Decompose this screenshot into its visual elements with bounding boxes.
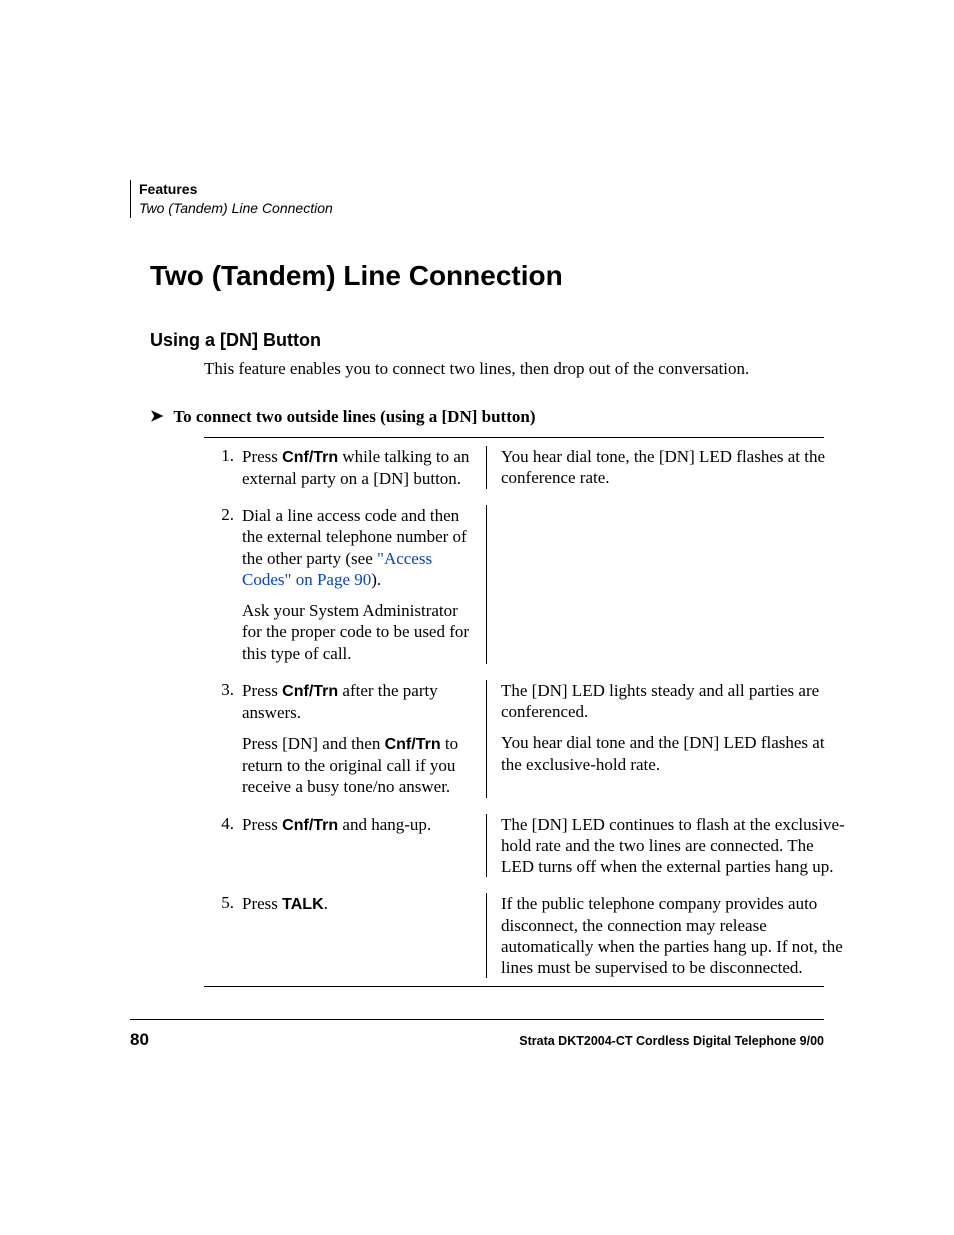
section-heading: Using a [DN] Button <box>150 330 824 351</box>
step-action: Dial a line access code and then the ext… <box>242 505 486 664</box>
step-number: 4. <box>204 814 242 834</box>
footer-text: Strata DKT2004-CT Cordless Digital Telep… <box>519 1034 824 1048</box>
running-head: Features Two (Tandem) Line Connection <box>130 180 824 218</box>
step-action: Press Cnf/Trn while talking to an extern… <box>242 446 486 489</box>
step-result: If the public telephone company provides… <box>487 893 845 978</box>
column-divider <box>486 505 487 664</box>
intro-paragraph: This feature enables you to connect two … <box>204 359 824 379</box>
running-head-title: Features <box>139 180 824 199</box>
table-row: 2. Dial a line access code and then the … <box>204 497 824 672</box>
arrow-icon: ➤ <box>150 409 163 425</box>
step-result: The [DN] LED continues to flash at the e… <box>487 814 845 878</box>
page-number: 80 <box>130 1030 149 1050</box>
steps-table: 1. Press Cnf/Trn while talking to an ext… <box>204 437 824 988</box>
table-row: 5. Press TALK. If the public telephone c… <box>204 885 824 986</box>
step-result: You hear dial tone, the [DN] LED flashes… <box>487 446 845 489</box>
step-number: 3. <box>204 680 242 700</box>
table-row: 3. Press Cnf/Trn after the party answers… <box>204 672 824 806</box>
page-title: Two (Tandem) Line Connection <box>150 260 824 292</box>
procedure-title: ➤ To connect two outside lines (using a … <box>150 407 824 427</box>
footer-rule <box>130 1019 824 1020</box>
page-content: Features Two (Tandem) Line Connection Tw… <box>0 0 954 987</box>
step-action: Press TALK. <box>242 893 486 915</box>
step-result: The [DN] LED lights steady and all parti… <box>487 680 845 775</box>
step-action: Press Cnf/Trn and hang-up. <box>242 814 486 836</box>
running-head-subtitle: Two (Tandem) Line Connection <box>139 199 824 218</box>
step-action: Press Cnf/Trn after the party answers. P… <box>242 680 486 798</box>
step-number: 2. <box>204 505 242 525</box>
table-row: 4. Press Cnf/Trn and hang-up. The [DN] L… <box>204 806 824 886</box>
step-number: 5. <box>204 893 242 913</box>
page-footer: 80 Strata DKT2004-CT Cordless Digital Te… <box>0 1019 954 1050</box>
procedure-title-text: To connect two outside lines (using a [D… <box>173 407 535 427</box>
step-number: 1. <box>204 446 242 466</box>
table-row: 1. Press Cnf/Trn while talking to an ext… <box>204 438 824 497</box>
